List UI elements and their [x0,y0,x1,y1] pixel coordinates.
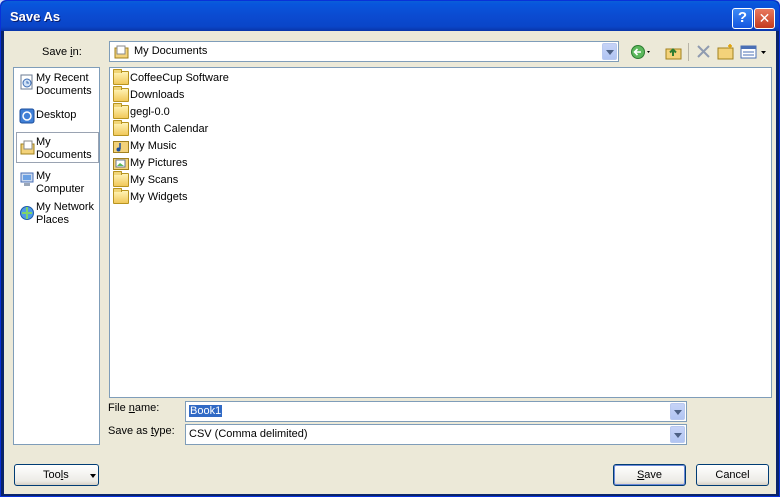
music-folder-icon [113,141,129,153]
folder-icon [113,103,129,119]
folder-icon [113,120,129,136]
save-as-dialog: Save As ? ✕ Save in: My Documents My Rec… [0,0,780,497]
save-button-label: Save [636,469,663,481]
dialog-title: Save As [10,9,61,24]
file-name-label: File name: [108,402,160,414]
place-desktop[interactable]: Desktop [16,106,99,126]
title-bar[interactable]: Save As ? ✕ [1,1,779,31]
dialog-body: Save in: My Documents My Recent Document… [4,31,776,494]
folder-icon [113,188,129,204]
views-menu-icon[interactable] [739,42,769,62]
save-in-dropdown[interactable]: My Documents [109,41,619,62]
save-as-type-value: CSV (Comma delimited) [189,428,308,440]
tools-button[interactable]: Tools [14,464,99,486]
back-icon[interactable] [630,42,652,62]
file-name-value[interactable]: Book1 [189,405,223,417]
tools-button-label: Tools [43,469,69,481]
file-name-field[interactable]: Book1 [185,401,687,422]
new-folder-icon[interactable] [715,42,737,62]
save-in-dropdown-arrow[interactable] [602,43,617,60]
pictures-folder-icon [113,158,129,170]
file-list[interactable]: CoffeeCup Software Downloads gegl-0.0 Mo… [109,67,772,398]
recent-documents-icon [20,74,33,90]
save-as-type-dropdown[interactable]: CSV (Comma delimited) [185,424,687,445]
my-documents-icon [20,140,35,155]
folder-icon [113,86,129,102]
network-places-icon [20,206,34,220]
place-my-recent-documents[interactable]: My Recent Documents [16,70,99,102]
save-button[interactable]: Save [613,464,686,486]
help-button[interactable]: ? [732,8,753,29]
file-name-dropdown-arrow[interactable] [670,403,685,420]
save-in-value: My Documents [134,45,208,57]
save-as-type-label: Save as type: [108,425,175,437]
desktop-icon [19,108,35,124]
delete-icon[interactable] [693,42,715,62]
tools-arrow-icon [90,474,96,478]
folder-icon [113,171,129,187]
toolbar-separator [688,43,689,61]
close-button[interactable]: ✕ [754,8,775,29]
cancel-button-label: Cancel [715,469,750,481]
places-bar: My Recent Documents Desktop My Documents [13,67,100,445]
up-one-level-icon[interactable] [663,42,685,62]
folder-icon [113,69,129,85]
my-computer-icon [20,172,34,186]
cancel-button[interactable]: Cancel [696,464,769,486]
save-in-label: Save in: [42,46,82,58]
place-my-network-places[interactable]: My Network Places [16,199,99,229]
my-documents-icon [114,45,129,59]
place-my-documents[interactable]: My Documents [16,132,99,163]
save-as-type-dropdown-arrow[interactable] [670,426,685,443]
place-my-computer[interactable]: My Computer [16,168,99,196]
